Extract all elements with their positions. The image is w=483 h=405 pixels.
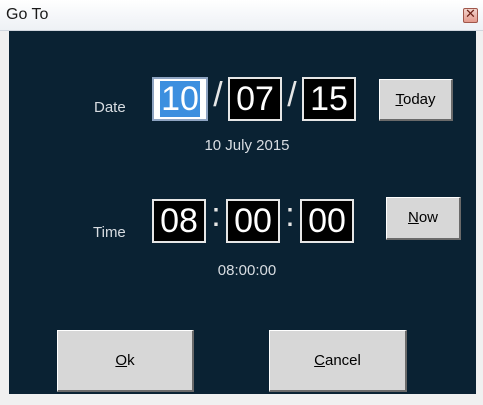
hours-field[interactable]: 08 — [152, 199, 206, 243]
cancel-button[interactable]: Cancel — [269, 330, 407, 392]
now-button[interactable]: Now — [386, 197, 461, 240]
month-field[interactable]: 07 — [228, 77, 282, 121]
close-button[interactable]: ✕ — [463, 7, 478, 23]
date-separator: / — [287, 76, 297, 114]
window-title: Go To — [6, 6, 49, 23]
now-label: ow — [418, 209, 439, 226]
now-accelerator: N — [407, 209, 419, 226]
ok-button[interactable]: Ok — [57, 330, 194, 392]
go-to-dialog: Go To ✕ Date 10 / 07 / 15 Today 10 July … — [0, 0, 483, 405]
minutes-field[interactable]: 00 — [226, 199, 280, 243]
title-bar[interactable]: Go To ✕ — [0, 0, 483, 31]
time-readout: 08:00:00 — [217, 262, 277, 279]
year-field[interactable]: 15 — [302, 77, 356, 121]
ok-accelerator: O — [115, 352, 128, 369]
ok-label: k — [127, 352, 135, 369]
cancel-accelerator: C — [314, 352, 325, 369]
close-icon: ✕ — [465, 7, 476, 22]
time-separator: : — [211, 196, 221, 234]
date-label: Date — [94, 99, 126, 116]
date-separator: / — [213, 76, 223, 114]
seconds-field[interactable]: 00 — [300, 199, 354, 243]
dialog-body: Date 10 / 07 / 15 Today 10 July 2015 Tim… — [9, 31, 476, 394]
cancel-label: ancel — [324, 352, 361, 369]
today-button[interactable]: Today — [379, 79, 453, 121]
time-separator: : — [285, 196, 295, 234]
time-label: Time — [93, 224, 126, 241]
window-frame-bottom — [0, 394, 483, 405]
date-readout: 10 July 2015 — [204, 137, 290, 154]
today-label: oday — [402, 91, 436, 108]
today-accelerator: T — [395, 91, 403, 108]
day-value: 10 — [160, 80, 200, 118]
day-field[interactable]: 10 — [152, 77, 208, 121]
